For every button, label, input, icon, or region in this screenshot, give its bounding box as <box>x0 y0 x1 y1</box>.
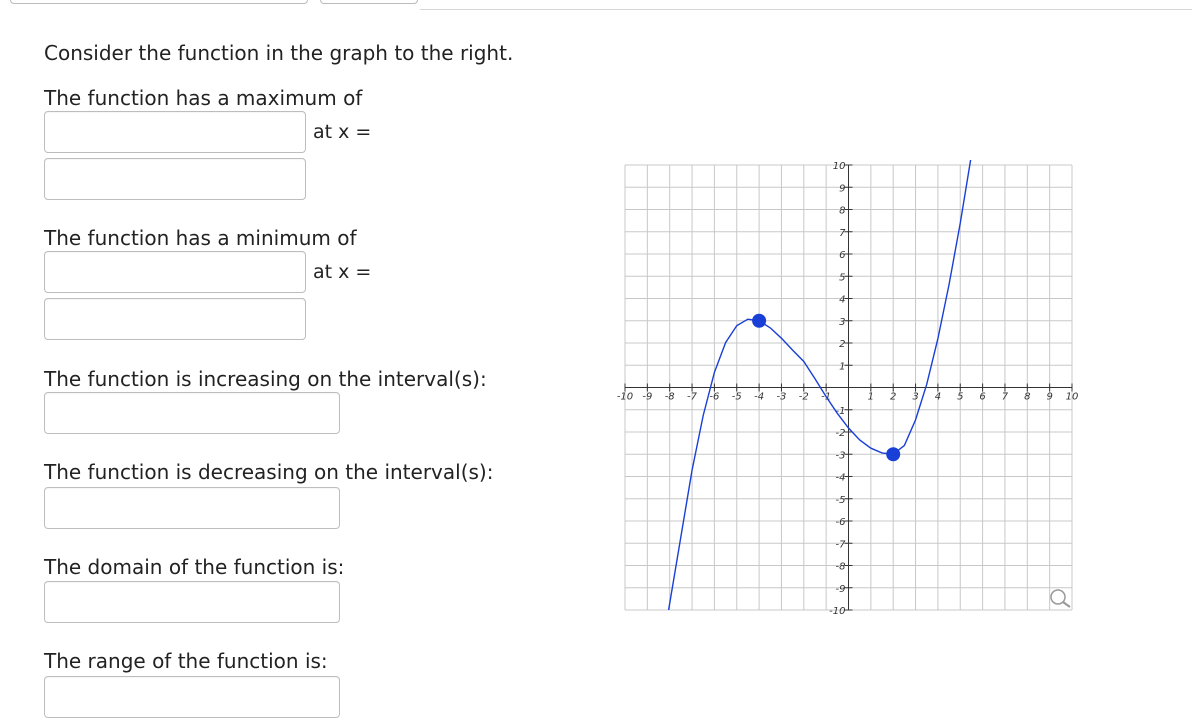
y-tick-label: 2 <box>839 339 845 350</box>
x-tick-label: -5 <box>732 392 742 403</box>
magnifier-icon[interactable] <box>1050 589 1071 608</box>
x-tick-label: 10 <box>1066 392 1079 403</box>
x-tick-label: -10 <box>617 392 633 403</box>
y-tick-label: -10 <box>829 606 845 617</box>
x-tick-label: 9 <box>1046 392 1052 403</box>
y-tick-label: 3 <box>839 317 845 328</box>
y-tick-label: -4 <box>836 473 846 484</box>
y-tick-label: 10 <box>833 161 846 172</box>
y-tick-label: -7 <box>836 539 847 550</box>
x-tick-label: 8 <box>1024 392 1030 403</box>
extremum-point <box>886 447 901 462</box>
x-tick-label: -2 <box>799 392 809 403</box>
y-tick-label: 1 <box>839 361 845 372</box>
x-tick-label: -7 <box>687 392 698 403</box>
y-tick-label: 9 <box>839 183 845 194</box>
y-tick-label: 7 <box>839 228 846 239</box>
x-tick-label: -9 <box>642 392 652 403</box>
x-tick-label: -3 <box>776 392 786 403</box>
x-tick-label: 2 <box>890 392 896 403</box>
y-tick-label: -5 <box>836 495 846 506</box>
function-graph[interactable]: -10 -9 -8 -7 -6 -5 -4 -3 -2 -1 1 2 3 4 5 6 7 8 9 10 10 9 8 7 6 5 4… <box>0 0 1192 723</box>
curve-layer <box>667 160 972 610</box>
y-tick-label: -8 <box>836 562 846 573</box>
function-curve <box>667 160 972 610</box>
tick-labels: -10 -9 -8 -7 -6 -5 -4 -3 -2 -1 1 2 3 4 5 6 7 8 9 10 10 9 8 7 6 5 4… <box>617 161 1079 617</box>
x-tick-label: 1 <box>868 392 874 403</box>
y-tick-label: -6 <box>836 517 846 528</box>
y-tick-label: -9 <box>836 584 846 595</box>
x-tick-label: -8 <box>665 392 675 403</box>
x-tick-label: 3 <box>912 392 918 403</box>
x-tick-label: 4 <box>935 392 941 403</box>
y-tick-label: -3 <box>836 450 846 461</box>
y-tick-label: 4 <box>839 295 845 306</box>
x-tick-label: 7 <box>1002 392 1009 403</box>
y-tick-label: -1 <box>836 406 846 417</box>
extremum-point <box>752 313 767 328</box>
y-tick-label: 8 <box>839 206 845 217</box>
y-tick-label: 6 <box>839 250 845 261</box>
y-tick-label: -2 <box>836 428 846 439</box>
y-tick-label: 5 <box>839 272 845 283</box>
x-tick-label: 6 <box>979 392 985 403</box>
x-tick-label: 5 <box>957 392 963 403</box>
x-tick-label: -6 <box>709 392 719 403</box>
x-tick-label: -4 <box>754 392 764 403</box>
